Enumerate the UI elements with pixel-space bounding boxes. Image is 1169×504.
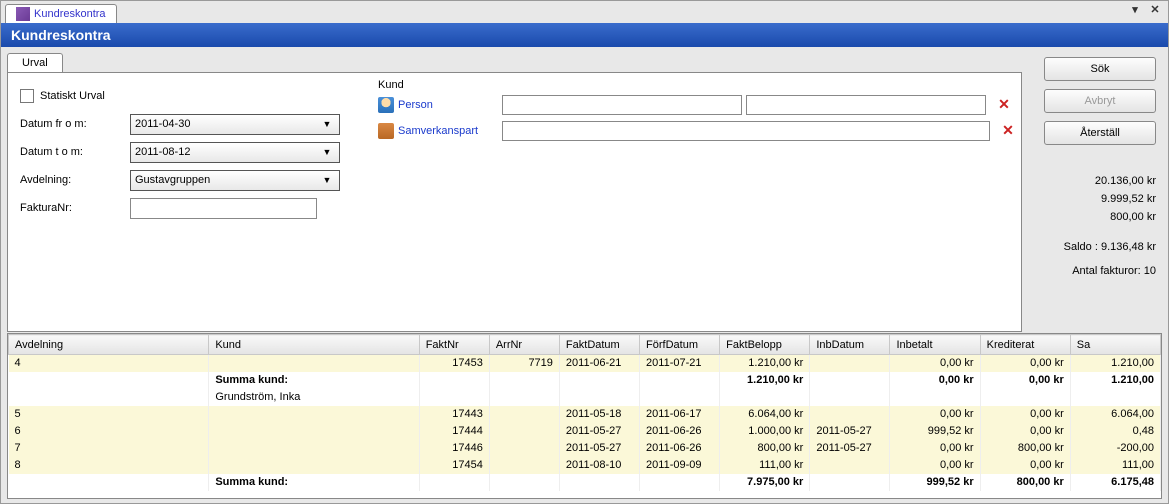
document-tab[interactable]: Kundreskontra [5,4,117,23]
filter-panel: Statiskt Urval Datum fr o m: 2011-04-30 … [7,72,1022,332]
title-bar: Kundreskontra [1,23,1168,47]
window-controls: ▾ ✕ [1128,3,1162,16]
datum-from-label: Datum fr o m: [20,118,130,130]
document-tab-label: Kundreskontra [34,8,106,20]
module-icon [16,7,30,21]
table-row[interactable]: 8 17454 2011-08-102011-09-09 111,00 kr 0… [9,457,1161,474]
avdelning-label: Avdelning: [20,174,130,186]
avdelning-value: Gustavgruppen [135,174,210,186]
kund-group-label: Kund [378,79,1018,91]
cancel-button[interactable]: Avbryt [1044,89,1156,113]
clear-person-icon[interactable]: ✕ [996,97,1012,113]
summary-value: 800,00 kr [1038,211,1156,223]
table-row[interactable]: 7 17446 2011-05-272011-06-26 800,00 kr20… [9,440,1161,457]
close-button[interactable]: ✕ [1148,3,1162,16]
col-inbetalt[interactable]: Inbetalt [890,335,980,355]
document-tabs: Kundreskontra ▾ ✕ [1,1,1168,23]
reset-button[interactable]: Återställ [1044,121,1156,145]
datum-to-label: Datum t o m: [20,146,130,158]
filter-form: Statiskt Urval Datum fr o m: 2011-04-30 … [20,85,370,225]
col-saldo[interactable]: Sa [1070,335,1160,355]
datum-from-value: 2011-04-30 [135,118,190,130]
person-input-2[interactable] [746,95,986,115]
col-inbdatum[interactable]: InbDatum [810,335,890,355]
page-title: Kundreskontra [11,27,111,43]
fakturanr-label: FakturaNr: [20,202,130,214]
kund-group: Kund Person ✕ Samverkanspart ✕ [378,79,1018,145]
col-faktbelopp[interactable]: FaktBelopp [720,335,810,355]
samverkan-link[interactable]: Samverkanspart [398,125,498,137]
minimize-button[interactable]: ▾ [1128,3,1142,16]
datum-to-value: 2011-08-12 [135,146,190,158]
summary-value: 9.999,52 kr [1038,193,1156,205]
chevron-down-icon: ▼ [319,147,335,157]
app-window: Kundreskontra ▾ ✕ Kundreskontra Urval St… [0,0,1169,504]
summary-value: 20.136,00 kr [1038,175,1156,187]
samverkan-icon [378,123,394,139]
table-row[interactable]: Grundström, Inka [9,389,1161,406]
col-kund[interactable]: Kund [209,335,419,355]
fakturanr-input[interactable] [130,198,317,219]
col-faktnr[interactable]: FaktNr [419,335,489,355]
chevron-down-icon: ▼ [319,119,335,129]
table-row-sum[interactable]: Summa kund: 7.975,00 kr 999,52 kr800,00 … [9,474,1161,491]
col-forfdatum[interactable]: FörfDatum [640,335,720,355]
person-icon [378,97,394,113]
col-faktdatum[interactable]: FaktDatum [559,335,639,355]
col-krediterat[interactable]: Krediterat [980,335,1070,355]
tab-strip: Urval [7,50,1162,72]
col-avdelning[interactable]: Avdelning [9,335,209,355]
datum-to-input[interactable]: 2011-08-12 ▼ [130,142,340,163]
grid-header-row: Avdelning Kund FaktNr ArrNr FaktDatum Fö… [9,335,1161,355]
static-urval-checkbox[interactable] [20,89,34,103]
summary-values: 20.136,00 kr 9.999,52 kr 800,00 kr Saldo… [1038,175,1162,277]
table-row-sum[interactable]: Summa kund: 1.210,00 kr 0,00 kr0,00 kr 1… [9,372,1161,389]
chevron-down-icon: ▼ [319,175,335,185]
results-grid[interactable]: Avdelning Kund FaktNr ArrNr FaktDatum Fö… [7,333,1162,499]
clear-samverkan-icon[interactable]: ✕ [1000,123,1016,139]
person-input-1[interactable] [502,95,742,115]
avdelning-select[interactable]: Gustavgruppen ▼ [130,170,340,191]
samverkan-input[interactable] [502,121,990,141]
summary-count: Antal fakturor: 10 [1038,265,1156,277]
datum-from-input[interactable]: 2011-04-30 ▼ [130,114,340,135]
search-button[interactable]: Sök [1044,57,1156,81]
table-row[interactable]: 5 17443 2011-05-182011-06-17 6.064,00 kr… [9,406,1161,423]
tab-urval[interactable]: Urval [7,53,63,73]
table-row[interactable]: 4 174537719 2011-06-212011-07-21 1.210,0… [9,355,1161,372]
person-link[interactable]: Person [398,99,498,111]
summary-saldo: Saldo : 9.136,48 kr [1038,241,1156,253]
col-arrnr[interactable]: ArrNr [489,335,559,355]
table-row[interactable]: 6 17444 2011-05-272011-06-26 1.000,00 kr… [9,423,1161,440]
static-urval-label: Statiskt Urval [40,90,105,102]
action-panel: Sök Avbryt Återställ 20.136,00 kr 9.999,… [1038,57,1162,283]
